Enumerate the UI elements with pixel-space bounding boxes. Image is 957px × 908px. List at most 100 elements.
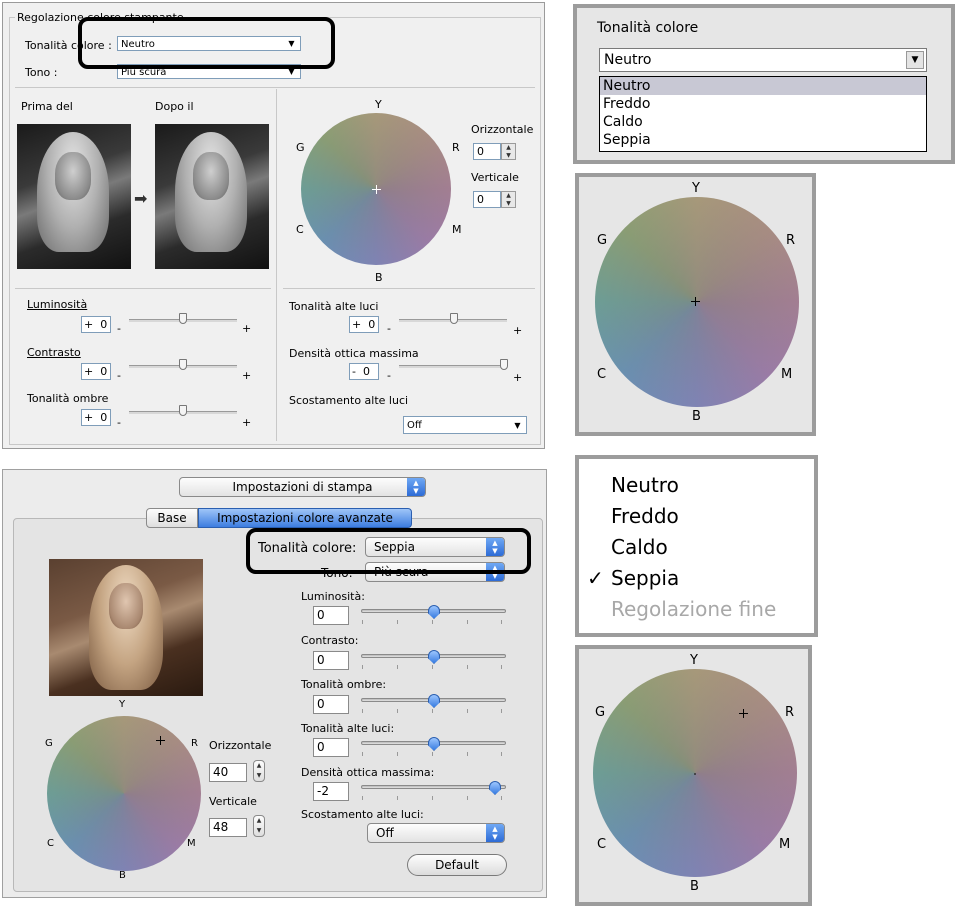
default-button[interactable]: Default bbox=[407, 854, 507, 876]
mac-panel-popup-value: Impostazioni di stampa bbox=[232, 480, 373, 494]
win-vertical-label: Verticale bbox=[471, 171, 519, 184]
win-contrast-input[interactable]: + 0 bbox=[81, 363, 111, 380]
mac-color-wheel[interactable] bbox=[47, 716, 201, 871]
win-shadow-input[interactable]: + 0 bbox=[81, 409, 111, 426]
win-brightness-input[interactable]: + 0 bbox=[81, 316, 111, 333]
wheel-label-g: G bbox=[597, 233, 608, 248]
win-shadow-thumb[interactable] bbox=[179, 405, 187, 416]
mac-contrast-label: Contrasto: bbox=[301, 634, 359, 647]
mac-shift-popup[interactable]: Off ▲ ▼ bbox=[367, 823, 505, 843]
win-contrast-plus: + bbox=[242, 369, 252, 382]
chevron-down-icon: ▼ bbox=[514, 421, 521, 430]
mac-vertical-stepper[interactable]: ▲ ▼ bbox=[253, 815, 265, 837]
win-brightness-thumb[interactable] bbox=[179, 313, 187, 324]
color-wheel-sepia[interactable] bbox=[593, 669, 797, 877]
menu-item-regolazione-fine: Regolazione fine bbox=[611, 597, 777, 621]
wheel-label-y: Y bbox=[692, 181, 700, 196]
menu-item-freddo[interactable]: Freddo bbox=[611, 504, 679, 528]
wheel-label-r: R bbox=[452, 141, 460, 154]
win-after-label: Dopo il bbox=[155, 100, 194, 113]
wheel-label-r: R bbox=[786, 233, 796, 248]
win-highlight-input[interactable]: + 0 bbox=[349, 316, 379, 333]
wheel-label-b: B bbox=[119, 870, 126, 881]
mac-vertical-input[interactable]: 48 bbox=[209, 818, 247, 837]
win-highlight-thumb[interactable] bbox=[450, 313, 458, 324]
dropdown-option[interactable]: Seppia bbox=[600, 131, 926, 149]
spin-up-icon[interactable]: ▲ bbox=[502, 144, 515, 152]
mac-slider-ticks bbox=[362, 752, 502, 756]
crosshair-icon[interactable] bbox=[739, 709, 753, 723]
mac-slider-ticks bbox=[362, 709, 502, 713]
mac-panel-popup[interactable]: Impostazioni di stampa ▲ ▼ bbox=[179, 477, 426, 497]
spin-up-icon[interactable]: ▲ bbox=[502, 192, 515, 200]
win-vertical-spinner[interactable]: ▲ ▼ bbox=[501, 191, 516, 208]
wheel-sepia-panel: Y G R C M B bbox=[575, 645, 812, 906]
win-divider-3 bbox=[283, 288, 535, 289]
mac-shadow-input[interactable]: 0 bbox=[313, 695, 349, 714]
dropdown-title: Tonalità colore bbox=[597, 20, 699, 36]
menu-item-caldo[interactable]: Caldo bbox=[611, 535, 668, 559]
win-brightness-plus: + bbox=[242, 322, 252, 335]
wheel-label-r: R bbox=[785, 705, 795, 720]
mac-highlight-label: Tonalità alte luci: bbox=[301, 722, 395, 735]
win-shift-value: Off bbox=[407, 420, 422, 431]
win-horizontal-spinner[interactable]: ▲ ▼ bbox=[501, 143, 516, 160]
win-vertical-input[interactable]: 0 bbox=[473, 191, 501, 208]
menu-item-neutro[interactable]: Neutro bbox=[611, 473, 679, 497]
win-after-photo bbox=[155, 124, 269, 269]
spin-down-icon[interactable]: ▼ bbox=[502, 200, 515, 208]
win-density-input[interactable]: - 0 bbox=[349, 363, 379, 380]
win-before-photo bbox=[17, 124, 131, 269]
win-contrast-minus: - bbox=[117, 369, 121, 382]
mac-contrast-input[interactable]: 0 bbox=[313, 651, 349, 670]
win-density-thumb[interactable] bbox=[500, 359, 508, 370]
win-contrast-label: Contrasto bbox=[27, 346, 81, 359]
win-horizontal-input[interactable]: 0 bbox=[473, 143, 501, 160]
wheel-label-b: B bbox=[692, 409, 701, 424]
wheel-label-r: R bbox=[191, 738, 198, 749]
wheel-label-m: M bbox=[779, 837, 791, 852]
dropdown-option[interactable]: Freddo bbox=[600, 95, 926, 113]
mac-density-track[interactable] bbox=[361, 785, 506, 789]
win-divider-2 bbox=[15, 288, 271, 289]
mac-density-input[interactable]: -2 bbox=[313, 782, 349, 801]
mac-tab-advanced[interactable]: Impostazioni colore avanzate bbox=[198, 508, 412, 528]
mac-horizontal-stepper[interactable]: ▲ ▼ bbox=[253, 760, 265, 782]
win-shadow-minus: - bbox=[117, 416, 121, 429]
mac-highlight-input[interactable]: 0 bbox=[313, 738, 349, 757]
dropdown-select[interactable]: Neutro ▼ bbox=[599, 48, 927, 72]
chevron-down-icon[interactable]: ▼ bbox=[906, 51, 924, 69]
win-density-track[interactable] bbox=[399, 365, 507, 368]
win-color-wheel[interactable] bbox=[301, 113, 451, 265]
win-brightness-label: Luminosità bbox=[27, 298, 88, 311]
win-highlight-minus: - bbox=[387, 322, 391, 335]
wheel-label-m: M bbox=[187, 838, 196, 849]
dropdown-option[interactable]: Caldo bbox=[600, 113, 926, 131]
win-density-label: Densità ottica massima bbox=[289, 347, 419, 360]
dropdown-option[interactable]: Neutro bbox=[600, 77, 926, 95]
wheel-label-y: Y bbox=[690, 653, 698, 668]
dropdown-list: Neutro Freddo Caldo Seppia bbox=[599, 76, 927, 152]
mac-horizontal-input[interactable]: 40 bbox=[209, 763, 247, 782]
win-shadow-plus: + bbox=[242, 416, 252, 429]
mac-brightness-input[interactable]: 0 bbox=[313, 606, 349, 625]
win-shift-select[interactable]: Off ▼ bbox=[403, 416, 527, 434]
win-color-dialog: Regolazione colore stampante Tonalità co… bbox=[2, 2, 545, 449]
color-wheel-neutral[interactable] bbox=[595, 197, 799, 407]
crosshair-icon[interactable] bbox=[691, 297, 704, 310]
mac-vertical-label: Verticale bbox=[209, 795, 257, 808]
win-vertical-divider bbox=[276, 89, 277, 441]
menu-item-seppia[interactable]: Seppia bbox=[611, 566, 679, 590]
wheel-label-m: M bbox=[452, 223, 462, 236]
win-before-label: Prima del bbox=[21, 100, 73, 113]
mac-tonality-menu-panel: Neutro Freddo Caldo ✓ Seppia Regolazione… bbox=[575, 455, 818, 637]
win-brightness-minus: - bbox=[117, 322, 121, 335]
wheel-label-c: C bbox=[296, 223, 304, 236]
crosshair-icon[interactable] bbox=[372, 185, 381, 194]
mac-tab-base[interactable]: Base bbox=[146, 508, 198, 528]
crosshair-icon[interactable] bbox=[156, 736, 168, 748]
spin-down-icon[interactable]: ▼ bbox=[502, 152, 515, 160]
chevron-updown-icon: ▲ ▼ bbox=[407, 478, 425, 496]
wheel-neutral-panel: Y G R C M B bbox=[575, 173, 816, 436]
win-contrast-thumb[interactable] bbox=[179, 359, 187, 370]
